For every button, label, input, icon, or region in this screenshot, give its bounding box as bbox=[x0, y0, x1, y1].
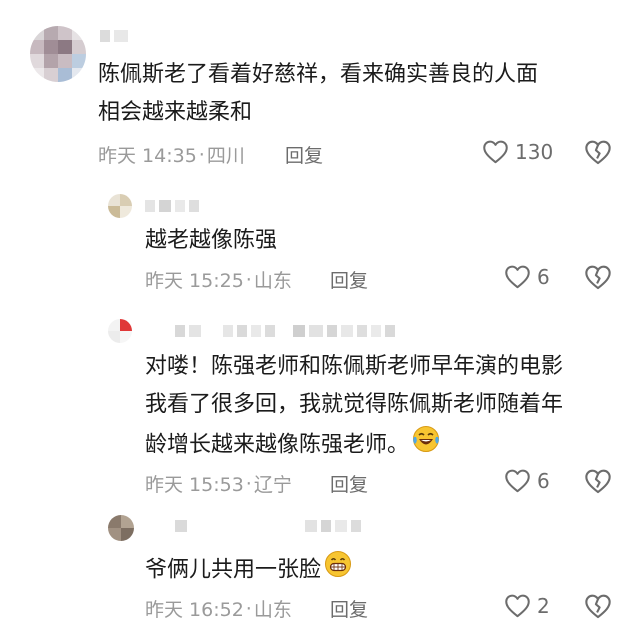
heart-outline-icon bbox=[505, 594, 530, 618]
broken-heart-icon bbox=[585, 594, 611, 619]
comment-time: 昨天 15:25 bbox=[145, 270, 244, 292]
username-blurred[interactable] bbox=[175, 325, 395, 337]
comment-location: 山东 bbox=[253, 270, 292, 292]
reply-button[interactable]: 回复 bbox=[285, 141, 323, 168]
avatar[interactable] bbox=[108, 515, 134, 541]
username-blurred[interactable] bbox=[100, 30, 128, 42]
avatar[interactable] bbox=[30, 26, 86, 82]
comment-time: 昨天 15:53 bbox=[145, 474, 244, 496]
comment-meta: 昨天 14:35 · 四川 bbox=[98, 141, 245, 168]
like-count: 130 bbox=[515, 139, 554, 164]
like-count: 6 bbox=[537, 468, 550, 493]
username-blurred[interactable] bbox=[145, 200, 199, 212]
comment-location: 四川 bbox=[206, 145, 245, 167]
username-blurred[interactable] bbox=[175, 520, 361, 532]
reply-button[interactable]: 回复 bbox=[330, 470, 368, 497]
comment-text: 爷俩儿共用一张脸 bbox=[145, 549, 353, 592]
heart-outline-icon bbox=[505, 469, 530, 493]
grinning-emoji bbox=[323, 549, 353, 592]
avatar[interactable] bbox=[108, 194, 132, 218]
comment-time: 昨天 14:35 bbox=[98, 145, 197, 167]
laughing-tears-emoji bbox=[411, 424, 441, 467]
comment-text: 对喽！陈强老师和陈佩斯老师早年演的电影 我看了很多回，我就觉得陈佩斯老师随着年 … bbox=[145, 348, 635, 467]
like-count: 2 bbox=[537, 593, 550, 618]
dislike-button[interactable] bbox=[584, 468, 612, 498]
broken-heart-icon bbox=[585, 265, 611, 290]
like-button[interactable]: 6 bbox=[504, 264, 550, 289]
heart-outline-icon bbox=[505, 265, 530, 289]
like-button[interactable]: 6 bbox=[504, 468, 550, 493]
comment-meta: 昨天 16:52 · 山东 bbox=[145, 595, 292, 622]
comment-text: 陈佩斯老了看着好慈祥，看来确实善良的人面 相会越来越柔和 bbox=[98, 62, 539, 125]
like-count: 6 bbox=[537, 264, 550, 289]
comment-location: 山东 bbox=[253, 599, 292, 621]
reply-button[interactable]: 回复 bbox=[330, 266, 368, 293]
broken-heart-icon bbox=[585, 140, 611, 165]
dislike-button[interactable] bbox=[584, 139, 612, 169]
comment-text: 越老越像陈强 bbox=[145, 228, 278, 253]
comment-location: 辽宁 bbox=[253, 474, 292, 496]
broken-heart-icon bbox=[585, 469, 611, 494]
heart-outline-icon bbox=[483, 140, 508, 164]
comment-time: 昨天 16:52 bbox=[145, 599, 244, 621]
dislike-button[interactable] bbox=[584, 264, 612, 294]
avatar[interactable] bbox=[108, 319, 132, 343]
like-button[interactable]: 2 bbox=[504, 593, 550, 618]
like-button[interactable]: 130 bbox=[482, 139, 553, 164]
reply-button[interactable]: 回复 bbox=[330, 595, 368, 622]
comment-meta: 昨天 15:25 · 山东 bbox=[145, 266, 292, 293]
comment-meta: 昨天 15:53 · 辽宁 bbox=[145, 470, 292, 497]
